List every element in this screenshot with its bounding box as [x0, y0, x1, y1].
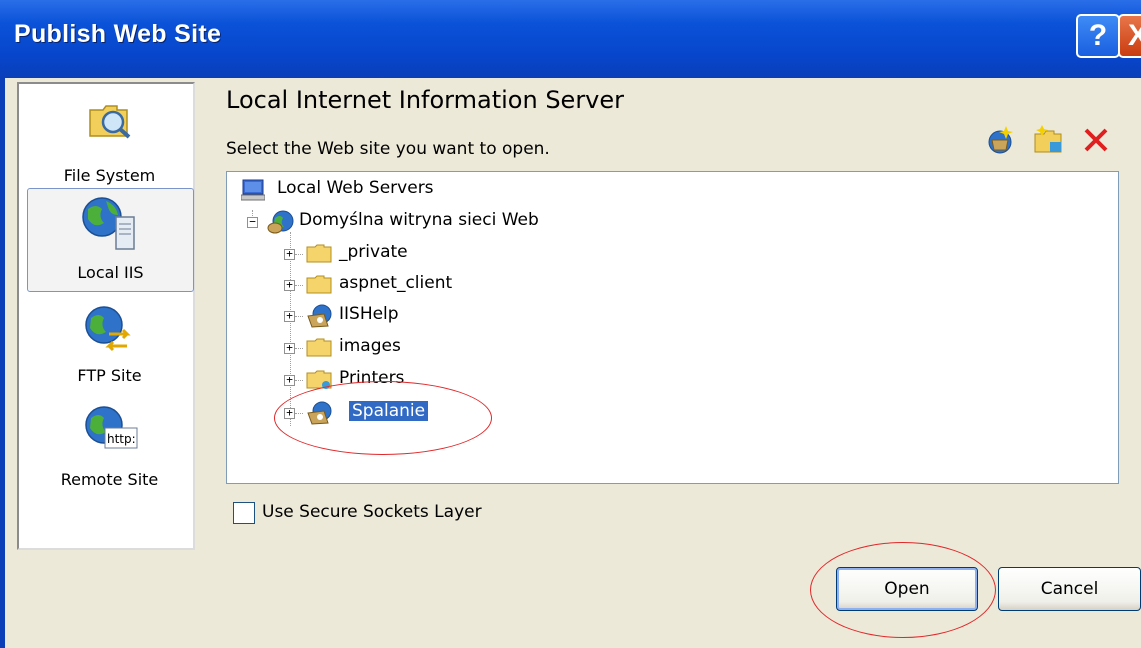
http-icon-text: http: — [107, 432, 136, 446]
local-iis-globe-icon — [82, 197, 135, 250]
ssl-checkbox[interactable] — [233, 502, 255, 524]
location-sidebar: File System Local IIS FTP Site http: Rem… — [17, 82, 195, 550]
tree-connector — [295, 380, 303, 381]
close-button[interactable]: X — [1118, 14, 1141, 58]
folder-icon — [306, 338, 332, 357]
delete-icon[interactable] — [1080, 124, 1112, 156]
window-frame — [0, 78, 5, 648]
sidebar-item-label: Remote Site — [60, 470, 159, 489]
tree-connector — [295, 348, 303, 349]
create-new-web-application-icon[interactable] — [984, 124, 1016, 156]
tree-connector — [295, 285, 303, 286]
sidebar-item-label: File System — [63, 166, 156, 185]
tree-node-default-site[interactable]: − Domyślna witryna sieci Web — [245, 210, 625, 234]
tree-node-label: images — [339, 336, 401, 356]
computer-icon — [241, 179, 265, 201]
tree-node-iishelp[interactable]: + IISHelp — [284, 304, 524, 328]
sidebar-item-local-iis[interactable]: Local IIS — [27, 188, 194, 292]
sidebar-item-ftp-site[interactable]: FTP Site — [27, 298, 192, 390]
instruction-text: Select the Web site you want to open. — [226, 139, 550, 159]
expand-toggle[interactable]: + — [284, 279, 295, 291]
annotation-circle-spalanie — [274, 381, 492, 455]
tree-node-label: Domyślna witryna sieci Web — [299, 210, 539, 230]
tree-node-label: aspnet_client — [339, 273, 453, 293]
help-button[interactable]: ? — [1076, 14, 1120, 58]
web-application-icon — [307, 304, 332, 328]
remote-globe-http-icon: http: — [85, 406, 138, 449]
expand-toggle[interactable]: + — [284, 248, 295, 260]
tree-node-label: Local Web Servers — [277, 178, 434, 198]
tree-connector — [295, 316, 303, 317]
folder-icon — [306, 244, 332, 263]
folder-search-icon — [89, 105, 131, 139]
title-bar: Publish Web Site ? X — [0, 0, 1141, 78]
open-button[interactable]: Open — [836, 567, 978, 611]
tree-node-label: _private — [339, 242, 408, 262]
tree-node-images[interactable]: + images — [284, 336, 524, 360]
sidebar-item-label: FTP Site — [77, 366, 142, 385]
window-title: Publish Web Site — [14, 20, 222, 48]
globe-site-icon — [267, 210, 294, 234]
cancel-button[interactable]: Cancel — [998, 567, 1141, 611]
tree-node-aspnet-client[interactable]: + aspnet_client — [284, 273, 544, 297]
expand-toggle[interactable]: + — [284, 342, 295, 354]
collapse-toggle[interactable]: − — [247, 216, 258, 228]
page-title: Local Internet Information Server — [226, 86, 625, 114]
tree-node-private[interactable]: + _private — [284, 242, 524, 266]
folder-icon — [306, 275, 332, 294]
tree-connector — [295, 254, 303, 255]
sidebar-item-label: Local IIS — [77, 263, 144, 282]
sidebar-item-remote-site[interactable]: http: Remote Site — [27, 402, 192, 498]
tree-node-local-web-servers[interactable]: Local Web Servers — [241, 178, 501, 202]
create-new-virtual-directory-icon[interactable] — [1032, 124, 1064, 156]
ssl-checkbox-label[interactable]: Use Secure Sockets Layer — [262, 502, 482, 522]
tree-node-label: IISHelp — [339, 304, 399, 324]
sidebar-item-file-system[interactable]: File System — [27, 92, 192, 188]
ftp-globe-icon — [85, 306, 131, 352]
expand-toggle[interactable]: + — [284, 374, 295, 386]
expand-toggle[interactable]: + — [284, 310, 295, 322]
